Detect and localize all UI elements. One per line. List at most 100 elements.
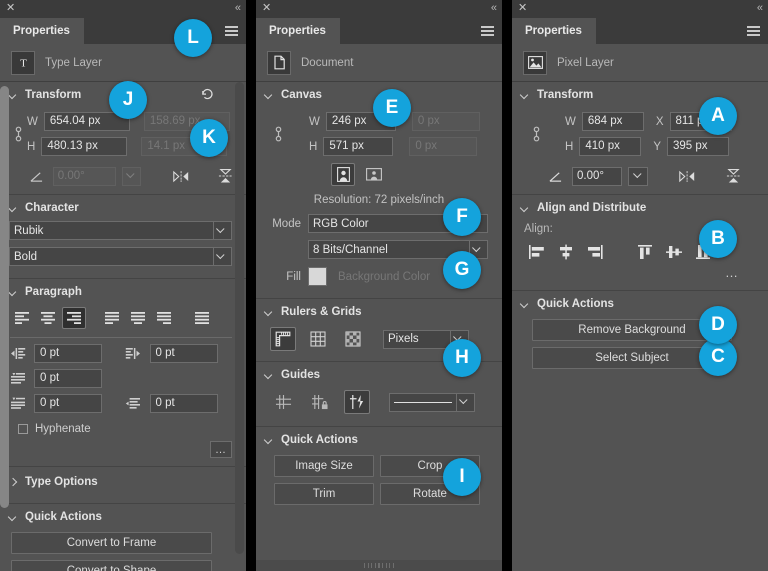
canvas-y-input: 0 px	[409, 137, 478, 156]
w-label: W	[309, 115, 320, 128]
chevron-down-icon	[265, 308, 274, 317]
align-vertical-centers-icon[interactable]	[663, 241, 685, 263]
link-aspect-icon[interactable]	[9, 111, 27, 157]
justify-last-right-icon[interactable]	[152, 307, 176, 329]
tab-properties[interactable]: Properties	[256, 18, 340, 44]
row-canvas-h: H 571 px 0 px	[287, 137, 492, 156]
grid-icon[interactable]	[305, 327, 331, 351]
collapse-chevrons-icon[interactable]: «	[491, 2, 497, 14]
chevron-down-icon	[213, 248, 227, 265]
align-vertical-icon[interactable]	[722, 166, 744, 186]
trim-button[interactable]: Trim	[274, 483, 374, 505]
width-input[interactable]: 684 px	[581, 112, 644, 131]
section-type-options-header[interactable]: Type Options	[0, 467, 246, 497]
stroke-style-preview	[394, 401, 452, 403]
y-input[interactable]: 395 px	[666, 137, 729, 156]
fill-label: Fill	[286, 270, 301, 283]
align-right-icon[interactable]	[62, 307, 86, 329]
align-right-edges-icon[interactable]	[584, 241, 606, 263]
convert-to-shape-button[interactable]: Convert to Shape	[11, 560, 212, 571]
hyphenate-checkbox[interactable]	[18, 424, 28, 434]
section-transform: Transform W 684 px X 811 px H 410 px Y 3…	[512, 82, 768, 195]
justify-last-left-icon[interactable]	[100, 307, 124, 329]
align-top-edges-icon[interactable]	[634, 241, 656, 263]
link-aspect-icon[interactable]	[527, 111, 545, 157]
height-input[interactable]: 480.13 px	[41, 137, 128, 156]
panel-resize-grip[interactable]	[256, 560, 502, 571]
tab-properties[interactable]: Properties	[512, 18, 596, 44]
callout-badge-l: L	[174, 19, 212, 57]
font-family-select[interactable]: Rubik	[9, 221, 232, 240]
align-center-icon[interactable]	[36, 307, 60, 329]
section-quick-actions-header[interactable]: Quick Actions	[0, 504, 246, 530]
space-before-input[interactable]: 0 pt	[34, 394, 102, 413]
section-quick-actions-header[interactable]: Quick Actions	[256, 427, 502, 453]
align-horizontal-centers-icon[interactable]	[555, 241, 577, 263]
hyphenate-row[interactable]: Hyphenate	[0, 413, 246, 435]
font-style-select[interactable]: Bold	[9, 247, 232, 266]
reset-transform-icon[interactable]	[196, 84, 218, 104]
panel-menu-icon[interactable]	[481, 26, 494, 36]
more-options-icon[interactable]: …	[512, 263, 768, 284]
orientation-landscape-icon[interactable]	[362, 163, 386, 186]
chevron-down-icon	[265, 371, 274, 380]
space-after-input[interactable]: 0 pt	[149, 394, 218, 413]
chevron-down-icon	[9, 204, 18, 213]
section-align-distribute-header[interactable]: Align and Distribute	[512, 195, 768, 221]
chevron-down-icon	[9, 513, 18, 522]
show-guides-icon[interactable]	[270, 390, 296, 414]
callout-badge-d: D	[699, 306, 737, 344]
angle-dropdown	[121, 166, 141, 186]
canvas-height-input[interactable]: 571 px	[323, 137, 394, 156]
indent-right-input[interactable]: 0 pt	[149, 344, 218, 363]
align-left-icon[interactable]	[10, 307, 34, 329]
collapse-chevrons-icon[interactable]: «	[235, 2, 241, 14]
transform-angle-row: 0.00°	[0, 157, 246, 188]
smart-guides-icon[interactable]	[344, 390, 370, 414]
lock-guides-icon[interactable]	[307, 390, 333, 414]
tab-properties[interactable]: Properties	[0, 18, 84, 44]
chevron-right-icon	[9, 478, 18, 487]
justify-all-icon[interactable]	[190, 307, 214, 329]
layer-name: Pixel Layer	[557, 56, 614, 69]
orientation-portrait-icon[interactable]	[331, 163, 355, 186]
space-after-icon	[125, 396, 142, 411]
transform-angle-row: 0.00°	[512, 157, 768, 188]
pixel-layer-icon	[523, 50, 547, 75]
vertical-scrollbar[interactable]	[235, 82, 244, 554]
layer-strip: Pixel Layer	[512, 44, 768, 82]
close-icon[interactable]: ✕	[518, 3, 529, 14]
align-left-edges-icon[interactable]	[526, 241, 548, 263]
close-icon[interactable]: ✕	[6, 3, 17, 14]
section-paragraph-header[interactable]: Paragraph	[0, 279, 246, 305]
ruler-icon[interactable]	[270, 327, 296, 351]
indent-left-input[interactable]: 0 pt	[34, 344, 102, 363]
link-aspect-icon[interactable]	[269, 111, 287, 157]
character-fields: Rubik Bold	[0, 221, 246, 272]
convert-to-frame-button[interactable]: Convert to Frame	[11, 532, 212, 554]
section-quick-actions: Quick Actions Convert to Frame Convert t…	[0, 504, 246, 571]
panel-menu-icon[interactable]	[225, 26, 238, 36]
more-options-icon[interactable]: …	[210, 441, 232, 458]
scrollbar-thumb[interactable]	[0, 86, 9, 508]
indent-first-line-input[interactable]: 0 pt	[34, 369, 102, 388]
angle-dropdown[interactable]	[628, 166, 648, 186]
layer-name: Document	[301, 56, 354, 69]
angle-input[interactable]: 0.00°	[572, 166, 622, 186]
fill-color-swatch[interactable]	[308, 267, 327, 286]
divider	[10, 337, 232, 338]
align-vertical-icon[interactable]	[215, 166, 236, 186]
section-character-header[interactable]: Character	[0, 195, 246, 221]
flip-horizontal-icon[interactable]	[171, 166, 192, 186]
panel-menu-icon[interactable]	[747, 26, 760, 36]
image-size-button[interactable]: Image Size	[274, 455, 374, 477]
justify-last-center-icon[interactable]	[126, 307, 150, 329]
section-type-options: Type Options	[0, 467, 246, 504]
flip-horizontal-icon[interactable]	[676, 166, 698, 186]
height-input[interactable]: 410 px	[579, 137, 642, 156]
close-icon[interactable]: ✕	[262, 3, 273, 14]
transparency-grid-icon[interactable]	[340, 327, 366, 351]
section-rulers-grids-header[interactable]: Rulers & Grids	[256, 299, 502, 325]
guide-style-select[interactable]	[389, 392, 475, 412]
collapse-chevrons-icon[interactable]: «	[757, 2, 763, 14]
